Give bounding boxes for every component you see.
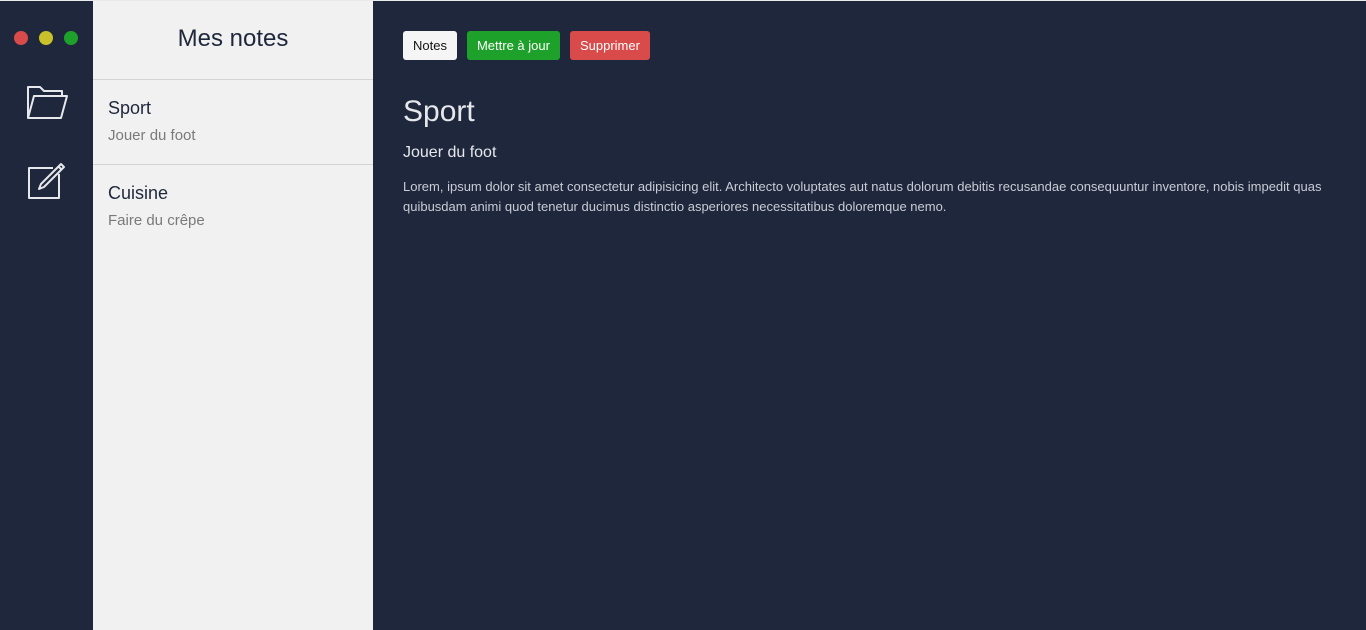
note-item-subtitle: Faire du crêpe [108,212,205,229]
app-window: Mes notes Sport Jouer du foot Cuisine Fa… [0,0,1366,630]
maximize-window-button[interactable] [64,31,78,45]
window-controls [14,31,78,45]
notes-list-header: Mes notes [93,1,373,80]
close-window-button[interactable] [14,31,28,45]
update-button[interactable]: Mettre à jour [466,31,560,60]
note-title: Sport [403,95,475,128]
notes-button[interactable]: Notes [403,31,457,60]
side-rail [0,1,93,630]
note-item-cuisine[interactable]: Cuisine Faire du crêpe [93,165,373,250]
note-detail: Notes Mettre à jour Supprimer Sport Joue… [373,1,1366,630]
note-toolbar: Notes Mettre à jour Supprimer [403,31,1336,60]
note-item-sport[interactable]: Sport Jouer du foot [93,80,373,165]
note-item-title: Sport [108,98,152,118]
note-item-subtitle: Jouer du foot [108,127,196,144]
note-item-title: Cuisine [108,183,169,203]
delete-button[interactable]: Supprimer [569,31,650,60]
note-body: Lorem, ipsum dolor sit amet consectetur … [403,179,1322,214]
notes-list-panel: Mes notes Sport Jouer du foot Cuisine Fa… [93,1,373,630]
notes-list-title: Mes notes [177,25,289,52]
folder-icon[interactable] [25,82,69,127]
edit-icon[interactable] [27,160,67,205]
note-subtitle: Jouer du foot [403,144,497,161]
minimize-window-button[interactable] [39,31,53,45]
